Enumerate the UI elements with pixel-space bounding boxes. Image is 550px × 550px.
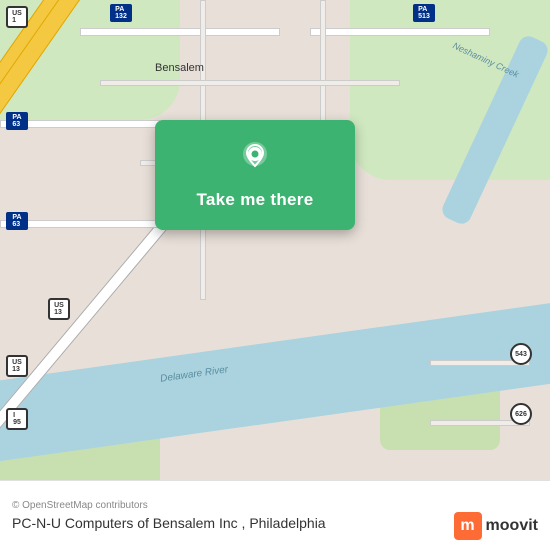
moovit-logo: m moovit <box>454 512 538 540</box>
local-road <box>100 80 400 86</box>
us13-shield-2: US13 <box>6 355 28 377</box>
cr626-shield: 626 <box>510 403 532 425</box>
take-me-there-button[interactable]: Take me there <box>189 186 322 214</box>
us13-shield-1: US13 <box>48 298 70 320</box>
pa63-shield-1: PA63 <box>6 112 28 130</box>
pa513-road <box>310 28 490 36</box>
cr543-shield: 543 <box>510 343 532 365</box>
map-container: US1 PA132 PA513 PA63 PA63 US13 US13 I95 … <box>0 0 550 480</box>
business-name: PC-N-U Computers of Bensalem Inc <box>12 515 238 531</box>
us1-shield: US1 <box>6 6 28 28</box>
moovit-icon: m <box>454 512 482 540</box>
location-pin-icon <box>237 140 273 176</box>
moovit-letter: m <box>460 517 474 535</box>
pa132-shield: PA132 <box>110 4 132 22</box>
footer: © OpenStreetMap contributors PC-N-U Comp… <box>0 480 550 550</box>
popup-card: Take me there <box>155 120 355 230</box>
pa132-road <box>80 28 280 36</box>
pa513-shield: PA513 <box>413 4 435 22</box>
moovit-brand-name: moovit <box>486 517 538 535</box>
pa63-shield-2: PA63 <box>6 212 28 230</box>
i95-shield: I95 <box>6 408 28 430</box>
city-name: Philadelphia <box>249 515 325 531</box>
copyright-text: © OpenStreetMap contributors <box>12 500 538 511</box>
bensalem-label: Bensalem <box>155 62 204 74</box>
